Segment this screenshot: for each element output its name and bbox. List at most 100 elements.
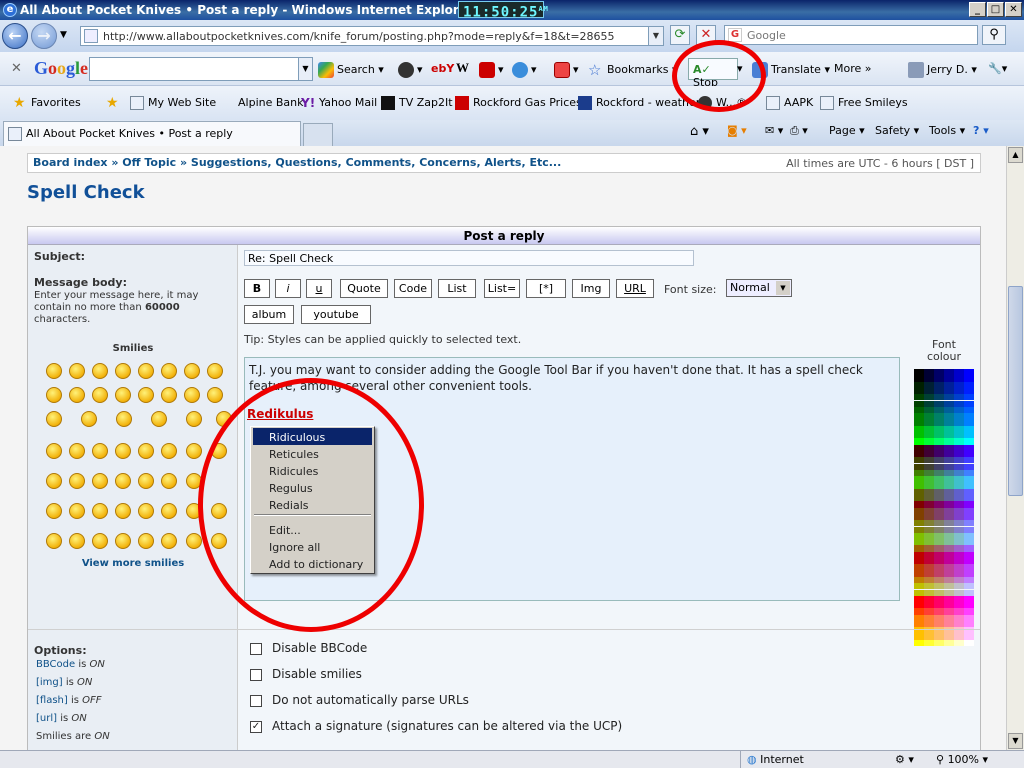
smiley-icon[interactable] [115,443,131,459]
bbcode-button[interactable]: List [438,279,476,298]
smiley-icon[interactable] [161,473,177,489]
smiley-icon[interactable] [138,387,154,403]
maximize-button[interactable]: □ [987,2,1004,17]
checkbox[interactable] [250,668,262,681]
option-name[interactable]: BBCode [36,659,75,670]
scroll-down-icon[interactable]: ▼ [1008,733,1023,749]
google-search-dropdown-icon[interactable]: ▼ [298,58,312,80]
bbcode-button[interactable]: B [244,279,270,298]
search-input[interactable]: G Google [724,25,978,45]
address-bar[interactable]: http://www.allaboutpocketknives.com/knif… [80,26,664,46]
smiley-icon[interactable] [161,503,177,519]
bbcode-button[interactable]: List= [484,279,520,298]
page-menu[interactable]: Page ▾ [829,124,865,137]
history-dropdown-icon[interactable]: ▼ [60,30,67,40]
option-checkbox-row[interactable]: Disable BBCode [250,641,367,655]
fav-item[interactable]: My Web Site [130,96,216,110]
smiley-icon[interactable] [184,387,200,403]
close-button[interactable]: ✕ [1005,2,1022,17]
forward-button[interactable]: → [31,23,57,49]
fav-item[interactable]: TV Zap2It [381,96,453,110]
add-favorite-icon[interactable]: ★ [106,96,124,110]
popup-blocker-button[interactable]: ▾ [554,62,579,78]
fav-item[interactable]: AAPK [766,96,813,110]
smiley-icon[interactable] [161,533,177,549]
breadcrumb-off-topic[interactable]: Off Topic [122,156,176,169]
mail-icon[interactable]: ✉ ▾ [765,124,783,137]
smiley-icon[interactable] [92,503,108,519]
ebay-icon[interactable]: ebY [431,62,454,75]
smiley-icon[interactable] [138,533,154,549]
smiley-icon[interactable] [161,363,177,379]
google-search-input[interactable]: ▼ [89,57,313,81]
safety-menu[interactable]: Safety ▾ [875,124,919,137]
smiley-icon[interactable] [46,363,62,379]
smiley-icon[interactable] [69,473,85,489]
breadcrumb-board-index[interactable]: Board index [33,156,108,169]
smiley-icon[interactable] [151,411,167,427]
option-checkbox-row[interactable]: ✓ Attach a signature (signatures can be a… [250,719,622,733]
more-button[interactable]: More » [834,62,872,75]
smiley-icon[interactable] [92,363,108,379]
fav-item[interactable]: Rockford Gas Prices [455,96,582,110]
smiley-icon[interactable] [186,533,202,549]
smiley-icon[interactable] [115,503,131,519]
checkbox[interactable]: ✓ [250,720,262,733]
smiley-icon[interactable] [81,411,97,427]
close-toolbar-icon[interactable]: ✕ [11,61,22,76]
bbcode-button[interactable]: URL [616,279,654,298]
smiley-icon[interactable] [115,363,131,379]
fav-item[interactable]: Alpine Bank [238,96,303,109]
option-checkbox-row[interactable]: Disable smilies [250,667,362,681]
user-button[interactable]: Jerry D. ▾ [908,62,977,78]
print-icon[interactable]: ⎙ ▾ [790,124,808,138]
smiley-icon[interactable] [69,363,85,379]
colour-palette[interactable] [914,369,974,649]
colour-swatch[interactable] [944,639,954,647]
smiley-icon[interactable] [116,411,132,427]
refresh-button[interactable]: ⟳ [670,25,690,45]
back-button[interactable]: ← [2,23,28,49]
smiley-icon[interactable] [92,533,108,549]
checkbox[interactable] [250,694,262,707]
minimize-button[interactable]: _ [969,2,986,17]
smiley-icon[interactable] [186,443,202,459]
fav-item[interactable]: Y! Yahoo Mail [301,96,377,110]
option-name[interactable]: [img] [36,677,63,688]
bbcode-button[interactable]: Img [572,279,610,298]
scroll-thumb[interactable] [1008,286,1023,496]
colour-swatch[interactable] [954,639,964,647]
colour-swatch[interactable] [924,639,934,647]
smiley-icon[interactable] [161,443,177,459]
colour-swatch[interactable] [914,639,924,647]
smiley-icon[interactable] [138,363,154,379]
scroll-up-icon[interactable]: ▲ [1008,147,1023,163]
album-button[interactable]: album [244,305,294,324]
wrench-icon[interactable]: 🔧▾ [988,62,1007,75]
smiley-icon[interactable] [46,443,62,459]
zoom-control[interactable]: ⚲ 100% ▾ [936,753,988,766]
checkbox[interactable] [250,642,262,655]
vertical-scrollbar[interactable]: ▲ ▼ [1006,146,1024,750]
smiley-icon[interactable] [115,533,131,549]
plus-button[interactable]: ▾ [512,62,537,78]
smiley-icon[interactable] [46,503,62,519]
smiley-icon[interactable] [69,443,85,459]
smiley-icon[interactable] [161,387,177,403]
bbcode-button[interactable]: Code [394,279,432,298]
bbcode-button[interactable]: Quote [340,279,388,298]
help-icon[interactable]: ? ▾ [973,124,989,137]
new-tab-button[interactable] [303,123,333,146]
smiley-icon[interactable] [69,387,85,403]
smiley-icon[interactable] [46,473,62,489]
option-checkbox-row[interactable]: Do not automatically parse URLs [250,693,469,707]
google-search-button[interactable]: Search ▾ [318,62,384,78]
tab-active[interactable]: All About Pocket Knives • Post a reply [3,121,301,146]
option-name[interactable]: [url] [36,713,57,724]
smiley-icon[interactable] [186,411,202,427]
bbcode-button[interactable]: i [275,279,301,298]
smiley-icon[interactable] [69,503,85,519]
smiley-icon[interactable] [46,411,62,427]
smiley-icon[interactable] [46,533,62,549]
address-dropdown-icon[interactable]: ▼ [648,27,663,45]
